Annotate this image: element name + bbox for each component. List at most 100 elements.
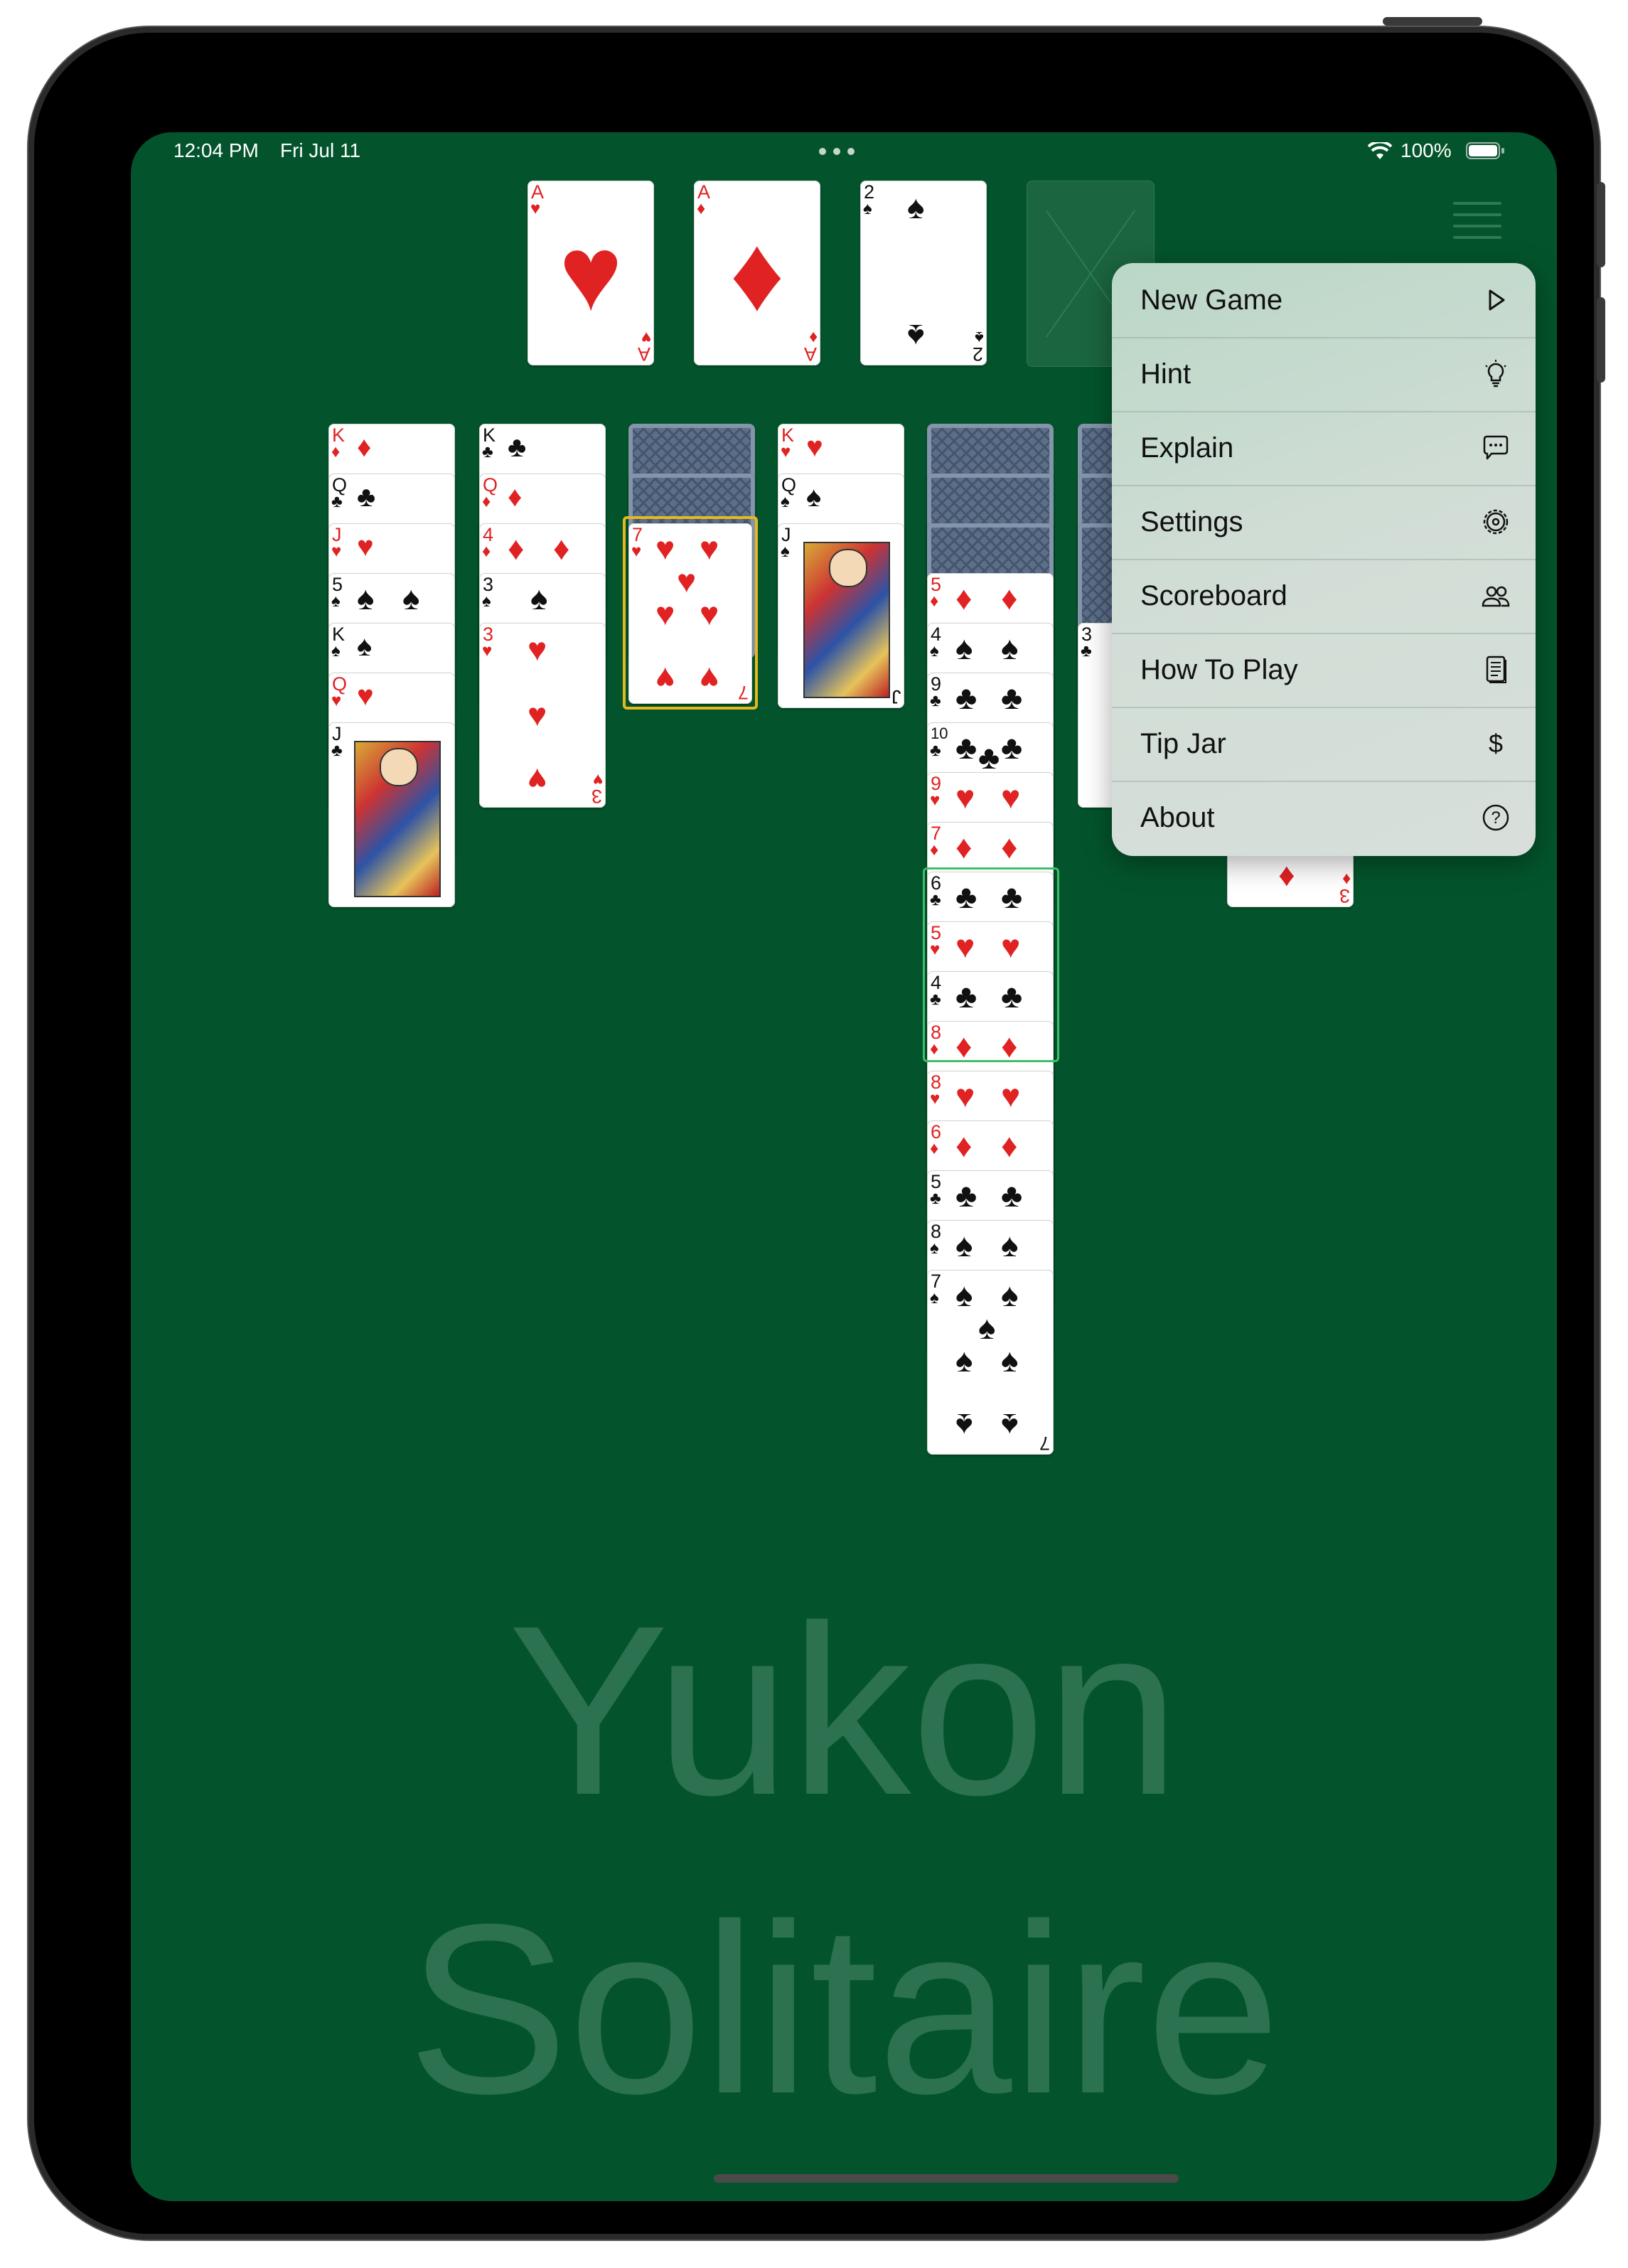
heart-suit-icon: ♥ — [331, 691, 342, 710]
spade-suit-icon: ♠ — [781, 542, 790, 561]
heart-suit-icon: ♥ — [1001, 779, 1021, 815]
menu-item-new-game[interactable]: New Game — [1112, 263, 1536, 338]
club-suit-icon: ♣ — [1001, 729, 1023, 766]
dollar-icon: $ — [1480, 728, 1511, 759]
heart-suit-icon: ♥ — [806, 432, 823, 463]
heart-suit-icon: ♥ — [1001, 1077, 1021, 1114]
card-rank: 3 — [591, 786, 602, 807]
diamond-suit-icon: ♦ — [955, 828, 973, 865]
heart-suit-icon: ♥ — [677, 562, 697, 599]
club-suit-icon: ♣ — [1081, 641, 1092, 660]
status-date: Fri Jul 11 — [280, 139, 361, 161]
heart-suit-icon: ♥ — [655, 660, 675, 697]
volume-up-button — [1597, 182, 1605, 267]
diamond-suit-icon: ♦ — [508, 530, 525, 567]
heart-suit-icon: ♥ — [559, 213, 623, 333]
club-suit-icon: ♣ — [930, 1189, 941, 1208]
heart-suit-icon: ♥ — [700, 660, 719, 697]
lightbulb-icon — [1480, 358, 1511, 390]
spade-suit-icon: ♠ — [863, 199, 872, 218]
battery-percent: 100% — [1401, 139, 1452, 161]
diamond-suit-icon: ♦ — [482, 492, 491, 511]
diamond-suit-icon: ♦ — [1278, 860, 1295, 897]
tableau-card[interactable]: 7 ♥ ♥ ♥ ♥ ♥ ♥ ♥ ♥ 7 — [628, 523, 752, 704]
heart-suit-icon: ♥ — [631, 542, 642, 561]
spade-suit-icon: ♠ — [955, 1407, 973, 1444]
spade-suit-icon: ♠ — [955, 1276, 973, 1313]
club-suit-icon: ♣ — [930, 691, 941, 710]
people-icon — [1480, 580, 1511, 611]
diamond-suit-icon: ♦ — [357, 432, 372, 463]
heart-suit-icon: ♥ — [528, 631, 547, 668]
heart-suit-icon: ♥ — [655, 530, 675, 567]
menu-item-tip-jar[interactable]: Tip Jar $ — [1112, 707, 1536, 782]
heart-suit-icon: ♥ — [528, 761, 547, 798]
heart-suit-icon: ♥ — [955, 779, 975, 815]
multitask-dots[interactable] — [819, 148, 862, 156]
tableau-card[interactable]: J ♠ J — [778, 523, 904, 708]
spade-suit-icon: ♠ — [781, 492, 790, 511]
card-rank: 2 — [972, 343, 983, 365]
club-suit-icon: ♣ — [978, 739, 1000, 776]
heart-suit-icon: ♥ — [592, 770, 603, 789]
game-screen: 12:04 PM Fri Jul 11 100% Yukon Solitaire… — [131, 132, 1557, 2201]
heart-suit-icon: ♥ — [357, 680, 374, 712]
tableau-card[interactable]: 3 ♥ ♥ ♥ ♥ 3 ♥ — [479, 623, 606, 808]
home-indicator[interactable] — [714, 2174, 1179, 2183]
foundation-pile-diamonds[interactable]: A ♦ ♦ ♦ A — [694, 181, 820, 365]
menu-item-label: About — [1140, 802, 1215, 833]
status-time: 12:04 PM — [173, 139, 259, 161]
menu-item-about[interactable]: About ? — [1112, 781, 1536, 855]
menu-item-explain[interactable]: Explain — [1112, 411, 1536, 486]
club-suit-icon: ♣ — [1001, 1177, 1023, 1214]
heart-suit-icon: ♥ — [655, 595, 675, 632]
foundation-pile-spades[interactable]: 2 ♠ ♠ ♠ ♠ 2 — [860, 181, 987, 365]
watermark-title-solitaire: Solitaire — [407, 1874, 1281, 2144]
menu-item-hint[interactable]: Hint — [1112, 337, 1536, 412]
heart-suit-icon: ♥ — [357, 531, 374, 562]
club-suit-icon: ♣ — [1001, 679, 1023, 716]
diamond-suit-icon: ♦ — [1342, 870, 1351, 889]
spade-suit-icon: ♠ — [530, 579, 548, 616]
club-suit-icon: ♣ — [955, 679, 978, 716]
club-suit-icon: ♣ — [930, 741, 941, 760]
wifi-icon — [1367, 140, 1393, 161]
club-suit-icon: ♣ — [955, 1177, 978, 1214]
menu-button[interactable] — [1453, 202, 1501, 240]
spade-suit-icon: ♠ — [1001, 1342, 1019, 1379]
foundation-pile-hearts[interactable]: A ♥ ♥ ♥ A — [528, 181, 654, 365]
card-rank: A — [803, 343, 817, 365]
club-suit-icon: ♣ — [331, 741, 343, 760]
card-rank: 3 — [1339, 885, 1350, 906]
diamond-suit-icon: ♦ — [729, 213, 785, 333]
menu-item-scoreboard[interactable]: Scoreboard — [1112, 559, 1536, 634]
menu-item-label: Hint — [1140, 358, 1191, 390]
play-icon — [1480, 284, 1511, 316]
jack-face-image — [354, 741, 441, 897]
volume-down-button — [1597, 297, 1605, 383]
spade-suit-icon: ♠ — [1001, 1276, 1019, 1313]
hint-highlight — [923, 867, 1059, 1062]
svg-text:?: ? — [1491, 808, 1500, 828]
spade-suit-icon: ♠ — [930, 641, 939, 660]
diamond-suit-icon: ♦ — [930, 840, 939, 860]
card-rank: J — [891, 686, 901, 707]
heart-suit-icon: ♥ — [781, 442, 791, 461]
spade-suit-icon: ♠ — [1001, 629, 1019, 666]
club-suit-icon: ♣ — [482, 442, 493, 461]
spade-suit-icon: ♠ — [402, 579, 420, 616]
club-suit-icon: ♣ — [955, 729, 978, 766]
heart-suit-icon: ♥ — [530, 199, 541, 218]
spade-suit-icon: ♠ — [907, 318, 925, 355]
top-button — [1383, 17, 1482, 26]
menu-item-settings[interactable]: Settings — [1112, 485, 1536, 560]
club-suit-icon: ♣ — [357, 481, 376, 513]
diamond-suit-icon: ♦ — [1001, 828, 1018, 865]
tableau-card[interactable]: J ♣ — [328, 722, 455, 907]
card-rank: A — [637, 343, 650, 365]
question-circle-icon: ? — [1480, 802, 1511, 833]
diamond-suit-icon: ♦ — [955, 579, 973, 616]
diamond-suit-icon: ♦ — [1001, 1127, 1018, 1164]
menu-item-how-to-play[interactable]: How To Play — [1112, 633, 1536, 708]
tableau-card[interactable]: 7 ♠ ♠ ♠ ♠ ♠ ♠ ♠ ♠ 7 — [927, 1270, 1054, 1455]
